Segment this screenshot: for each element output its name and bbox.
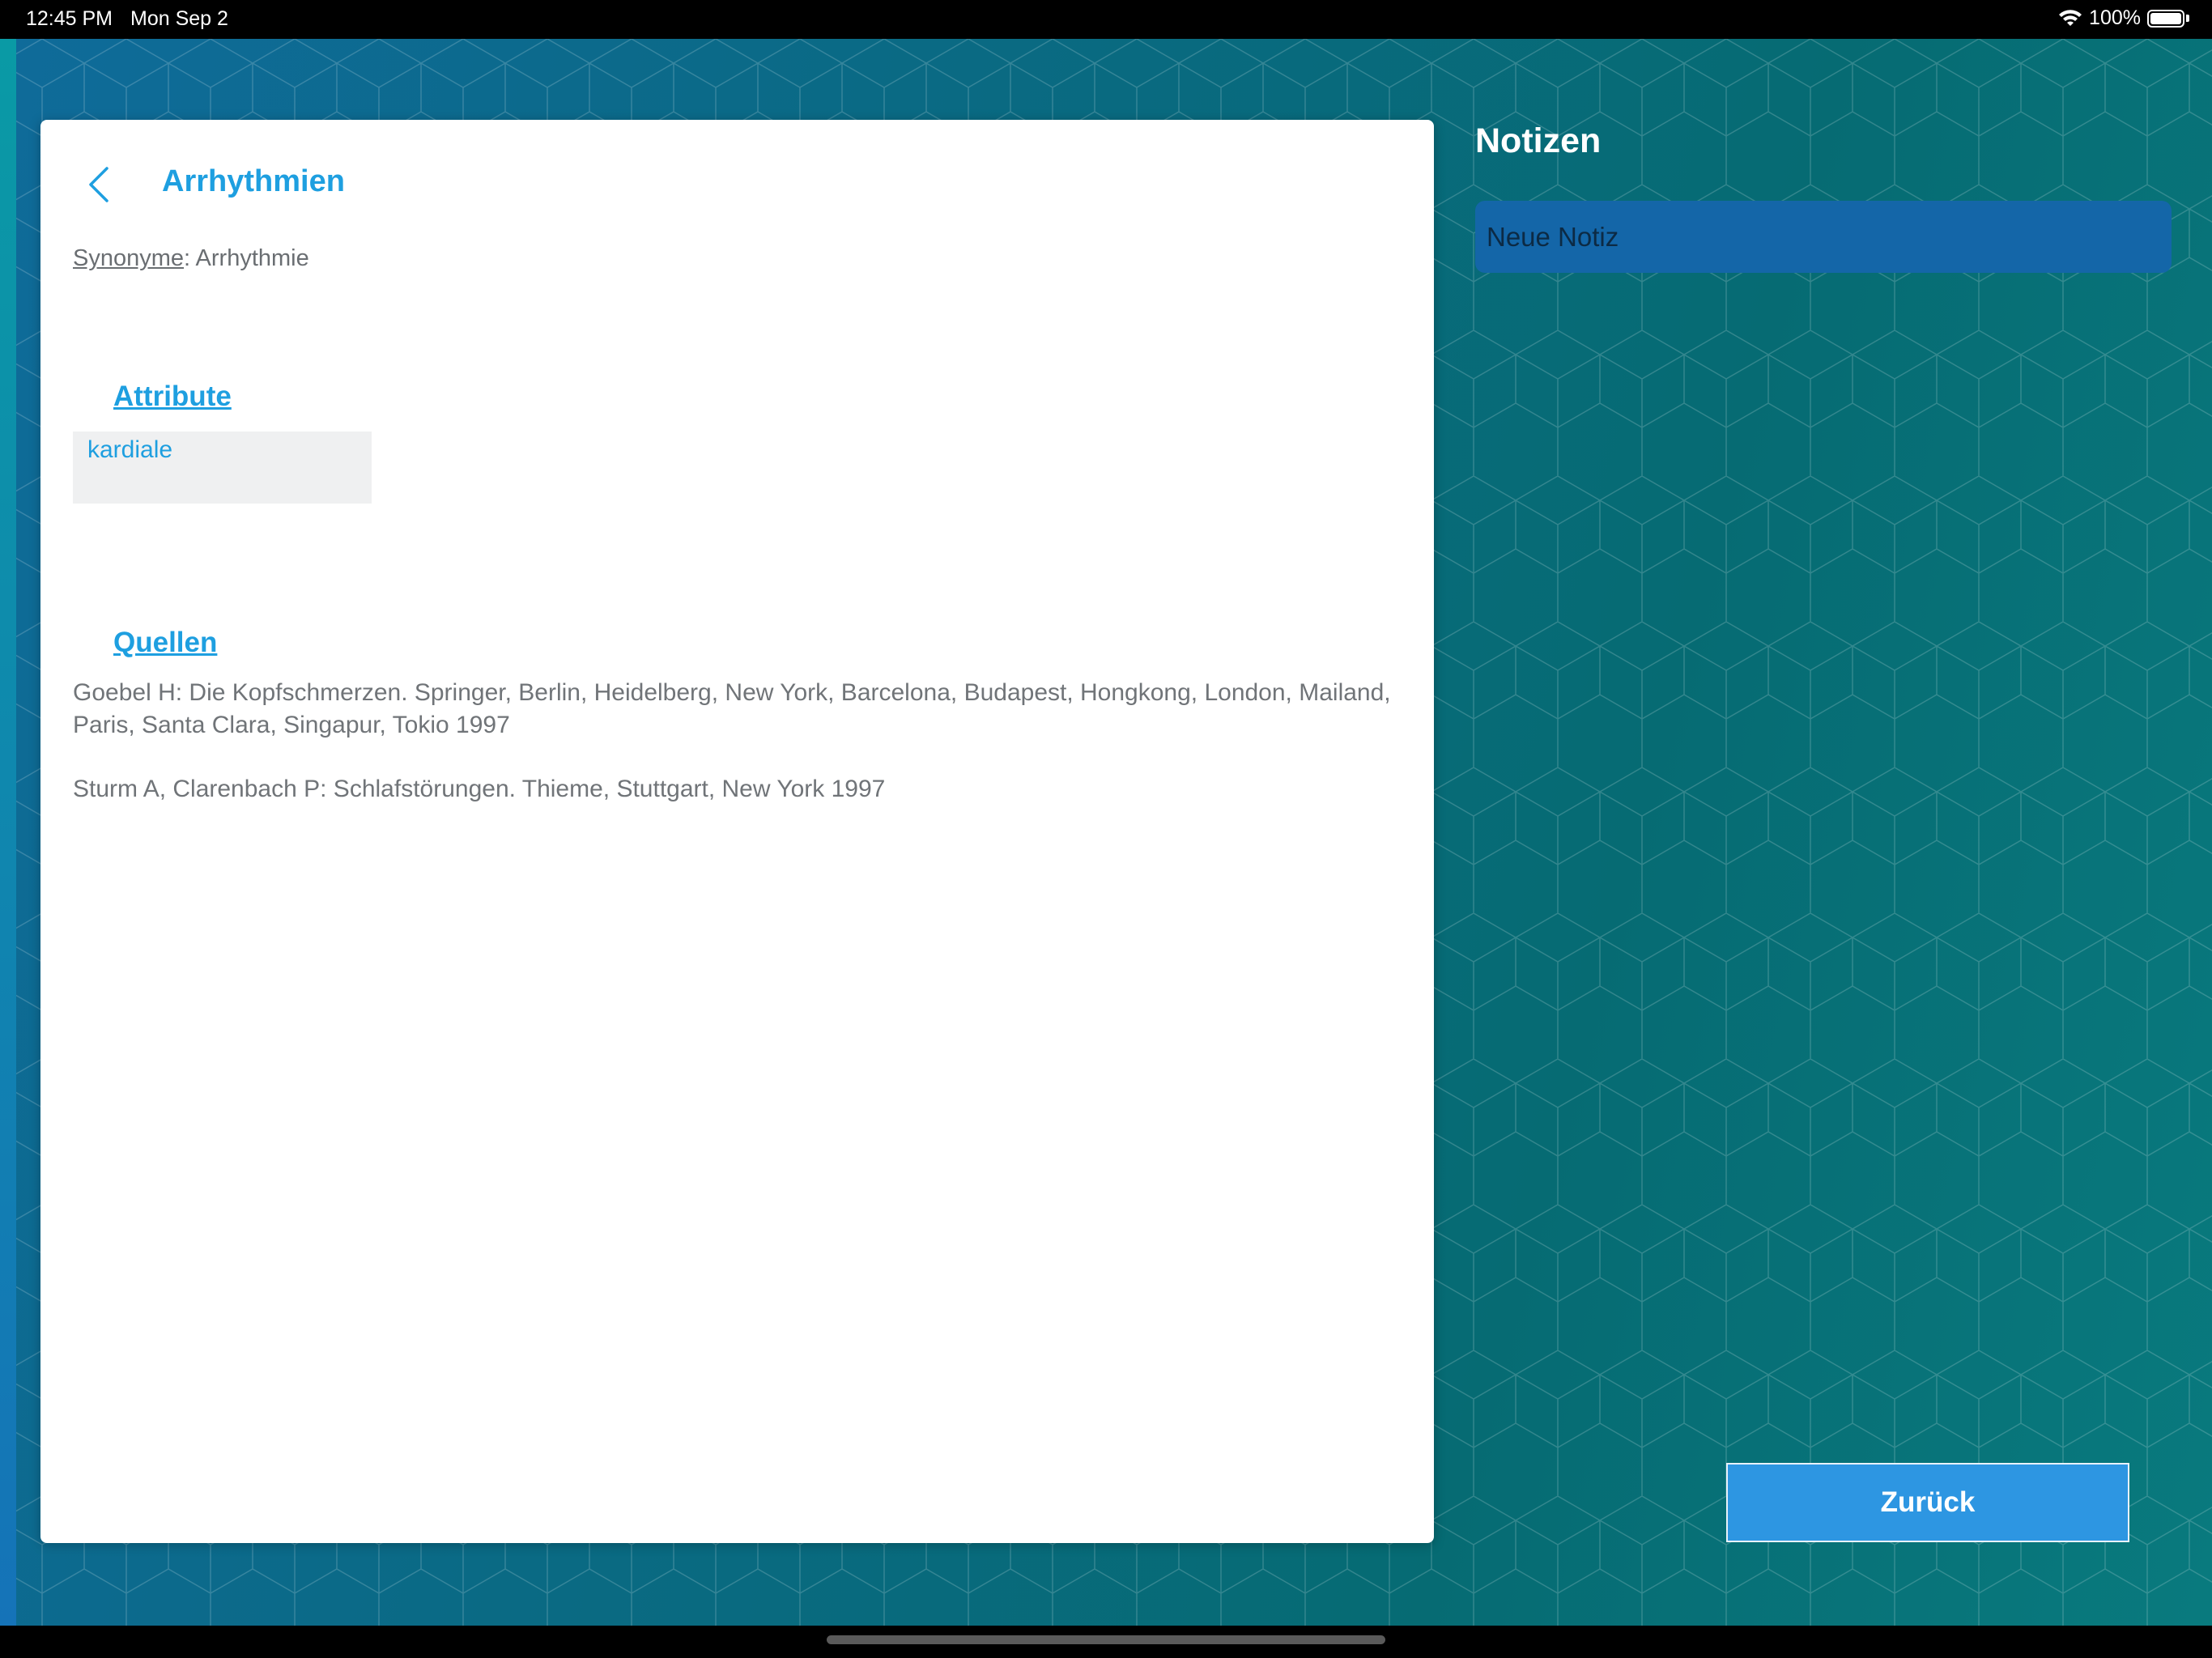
back-button[interactable]: Zurück bbox=[1726, 1463, 2129, 1542]
source-item: Sturm A, Clarenbach P: Schlafstörungen. … bbox=[73, 776, 886, 802]
synonyme-separator: : bbox=[184, 245, 196, 271]
battery-percent: 100% bbox=[2089, 6, 2141, 29]
page-title: Arrhythmien bbox=[162, 164, 345, 198]
wifi-icon bbox=[2059, 9, 2082, 26]
back-chevron-icon[interactable] bbox=[81, 162, 118, 207]
attribute-heading: Attribute bbox=[113, 380, 232, 412]
source-item: Goebel H: Die Kopfschmerzen. Springer, B… bbox=[73, 679, 1391, 738]
battery-tip bbox=[2186, 15, 2189, 22]
notes-title: Notizen bbox=[1475, 121, 1602, 160]
synonyme-label: Synonyme bbox=[73, 245, 185, 271]
synonyme-value: Arrhythmie bbox=[195, 245, 309, 271]
new-note-button[interactable]: Neue Notiz bbox=[1475, 201, 2172, 273]
home-indicator[interactable] bbox=[827, 1635, 1385, 1644]
left-edge bbox=[0, 39, 16, 1626]
synonyme-line: Synonyme: Arrhythmie bbox=[73, 245, 309, 272]
status-bar: 12:45 PM Mon Sep 2 100% bbox=[0, 0, 2212, 39]
attribute-item-label: kardiale bbox=[87, 436, 173, 463]
sources-heading: Quellen bbox=[113, 627, 218, 658]
new-note-label: Neue Notiz bbox=[1487, 222, 1619, 252]
status-right: 100% bbox=[2058, 6, 2189, 30]
status-time: 12:45 PM bbox=[26, 7, 113, 30]
detail-card bbox=[40, 120, 1434, 1543]
battery-icon bbox=[2147, 9, 2184, 28]
attribute-item[interactable]: kardiale bbox=[73, 432, 372, 504]
status-date: Mon Sep 2 bbox=[130, 7, 228, 30]
